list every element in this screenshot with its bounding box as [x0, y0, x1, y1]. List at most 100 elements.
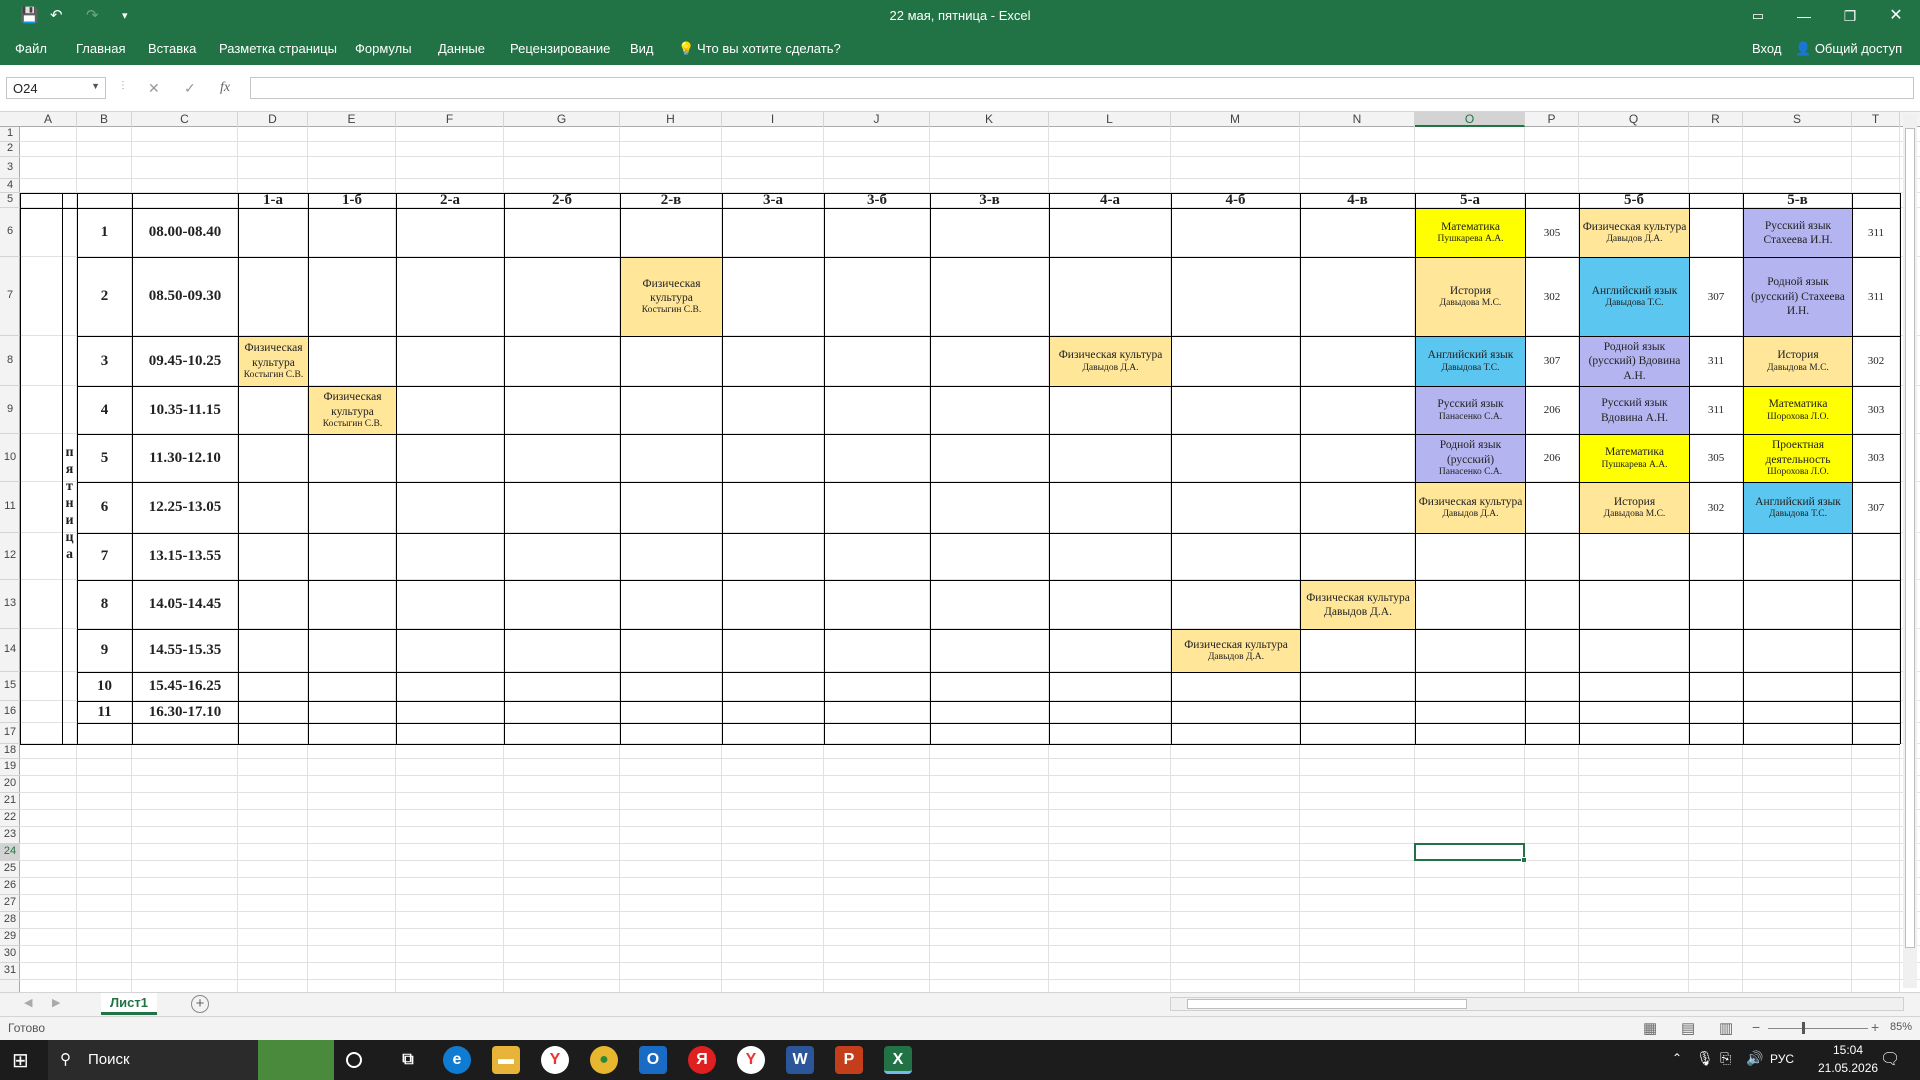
row-header-1[interactable]: 1 — [0, 127, 20, 142]
maximize-button[interactable]: ❐ — [1827, 0, 1873, 33]
row-header-27[interactable]: 27 — [0, 895, 20, 912]
column-header-J[interactable]: J — [824, 112, 930, 127]
column-header-G[interactable]: G — [504, 112, 620, 127]
row-header-2[interactable]: 2 — [0, 142, 20, 157]
column-header-F[interactable]: F — [396, 112, 504, 127]
lesson-cell[interactable]: История Давыдова М.С. — [1744, 337, 1852, 386]
row-header-15[interactable]: 15 — [0, 672, 20, 701]
chrome-icon[interactable]: ● — [590, 1046, 618, 1074]
file-explorer-icon[interactable]: ▬ — [492, 1046, 520, 1074]
column-header-I[interactable]: I — [722, 112, 824, 127]
lesson-cell[interactable]: Английский язык Давыдова Т.С. — [1416, 337, 1525, 386]
chevron-down-icon[interactable]: ▼ — [91, 81, 100, 91]
sign-in-link[interactable]: Вход — [1752, 41, 1781, 56]
network-icon[interactable]: ⎘ — [1720, 1050, 1731, 1067]
column-header-H[interactable]: H — [620, 112, 722, 127]
tab-view[interactable]: Вид — [630, 41, 654, 56]
row-header-8[interactable]: 8 — [0, 336, 20, 386]
room-number[interactable]: 311 — [1689, 386, 1743, 434]
zoom-slider-thumb[interactable] — [1802, 1022, 1805, 1034]
language-indicator[interactable]: РУС — [1770, 1052, 1794, 1066]
row-header-13[interactable]: 13 — [0, 580, 20, 629]
insert-function-icon[interactable]: fx — [220, 80, 230, 96]
lesson-cell[interactable]: Проектная деятельность Шорохова Л.О. — [1744, 435, 1852, 482]
row-header-29[interactable]: 29 — [0, 929, 20, 946]
lesson-cell[interactable]: Русский язык Вдовина А.Н. — [1580, 387, 1689, 434]
row-header-7[interactable]: 7 — [0, 257, 20, 336]
column-header-S[interactable]: S — [1743, 112, 1852, 127]
chevron-up-icon[interactable]: ⌃ — [1672, 1051, 1682, 1065]
word-icon[interactable]: W — [786, 1046, 814, 1074]
lesson-cell[interactable]: Математика Пушкарева А.А. — [1580, 435, 1689, 482]
row-header-26[interactable]: 26 — [0, 878, 20, 895]
row-header-6[interactable]: 6 — [0, 208, 20, 257]
row-header-3[interactable]: 3 — [0, 157, 20, 179]
column-header-E[interactable]: E — [308, 112, 396, 127]
horizontal-scrollbar[interactable] — [1170, 997, 1904, 1011]
cancel-icon[interactable]: ✕ — [148, 80, 160, 97]
column-header-O[interactable]: O — [1415, 112, 1525, 127]
column-header-L[interactable]: L — [1049, 112, 1171, 127]
room-number[interactable]: 302 — [1689, 482, 1743, 533]
row-header-30[interactable]: 30 — [0, 946, 20, 963]
normal-view-icon[interactable]: ▦ — [1643, 1019, 1657, 1037]
tab-formulas[interactable]: Формулы — [355, 41, 412, 56]
cortana-icon[interactable] — [346, 1052, 362, 1068]
clock-time[interactable]: 15:04 — [1818, 1043, 1878, 1057]
yandex-browser-2-icon[interactable]: Y — [737, 1046, 765, 1074]
tab-review[interactable]: Рецензирование — [510, 41, 610, 56]
prev-sheet-icon[interactable]: ◀ — [24, 996, 32, 1009]
zoom-slider[interactable] — [1768, 1028, 1868, 1029]
column-header-P[interactable]: P — [1525, 112, 1579, 127]
taskbar-search[interactable]: ⚲ Поиск — [48, 1040, 258, 1080]
row-header-22[interactable]: 22 — [0, 810, 20, 827]
column-header-A[interactable]: A — [20, 112, 77, 127]
row-header-4[interactable]: 4 — [0, 179, 20, 193]
row-header-10[interactable]: 10 — [0, 434, 20, 482]
lesson-cell[interactable]: Физическая культура Давыдов Д.А. — [1172, 630, 1300, 672]
powerpoint-icon[interactable]: P — [835, 1046, 863, 1074]
row-header-17[interactable]: 17 — [0, 723, 20, 744]
next-sheet-icon[interactable]: ▶ — [52, 996, 60, 1009]
lesson-cell[interactable]: Английский язык Давыдова Т.С. — [1744, 483, 1852, 533]
share-button[interactable]: 👤 Общий доступ — [1795, 41, 1902, 57]
row-header-12[interactable]: 12 — [0, 533, 20, 580]
lesson-cell[interactable]: История Давыдова М.С. — [1580, 483, 1689, 533]
minimize-button[interactable]: — — [1781, 0, 1827, 33]
windows-start-icon[interactable]: ⊞ — [12, 1048, 29, 1073]
vertical-scrollbar[interactable] — [1903, 114, 1917, 988]
page-layout-view-icon[interactable]: ▤ — [1681, 1019, 1695, 1037]
row-header-9[interactable]: 9 — [0, 386, 20, 434]
outlook-icon[interactable]: O — [639, 1046, 667, 1074]
room-number[interactable]: 206 — [1525, 434, 1579, 482]
add-sheet-icon[interactable]: + — [191, 995, 209, 1013]
enter-icon[interactable]: ✓ — [184, 80, 196, 97]
room-number[interactable]: 303 — [1852, 386, 1900, 434]
column-header-M[interactable]: M — [1171, 112, 1300, 127]
formula-input[interactable] — [250, 77, 1914, 99]
close-button[interactable]: ✕ — [1873, 0, 1919, 33]
vertical-scroll-thumb[interactable] — [1905, 128, 1915, 948]
edge-icon[interactable]: e — [443, 1046, 471, 1074]
notifications-icon[interactable]: 🗨 — [1880, 1049, 1900, 1069]
lesson-cell[interactable]: Физическая культура Костыгин С.В. — [309, 387, 396, 434]
room-number[interactable]: 311 — [1852, 208, 1900, 257]
yandex-browser-icon[interactable]: Y — [541, 1046, 569, 1074]
lesson-cell[interactable]: История Давыдова М.С. — [1416, 258, 1525, 336]
room-number[interactable]: 307 — [1852, 482, 1900, 533]
lesson-cell[interactable]: Русский язык Панасенко С.А. — [1416, 387, 1525, 434]
clock-date[interactable]: 21.05.2026 — [1818, 1061, 1878, 1075]
lesson-cell[interactable]: Родной язык (русский) Панасенко С.А. — [1416, 435, 1525, 482]
column-header-B[interactable]: B — [77, 112, 132, 127]
column-header-T[interactable]: T — [1852, 112, 1900, 127]
row-header-16[interactable]: 16 — [0, 701, 20, 723]
room-number[interactable]: 311 — [1852, 257, 1900, 336]
tab-page-layout[interactable]: Разметка страницы — [219, 41, 337, 56]
row-header-20[interactable]: 20 — [0, 776, 20, 793]
column-header-N[interactable]: N — [1300, 112, 1415, 127]
yandex-icon[interactable]: Я — [688, 1046, 716, 1074]
microphone-icon[interactable]: 🎙 — [1696, 1050, 1714, 1067]
lesson-cell[interactable]: Физическая культура Давыдов Д.А. — [1416, 483, 1525, 533]
column-header-C[interactable]: C — [132, 112, 238, 127]
lesson-cell[interactable]: Физическая культура Давыдов Д.А. — [1301, 581, 1415, 629]
